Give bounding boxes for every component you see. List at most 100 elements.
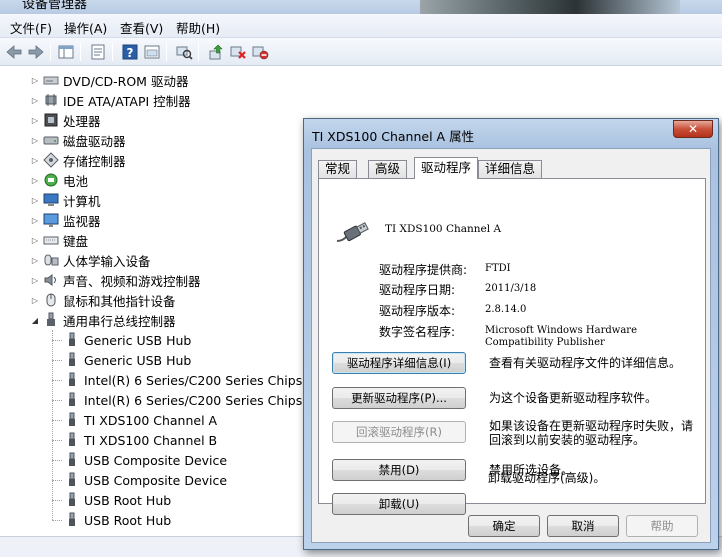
tree-category-label: 电池 (63, 173, 89, 189)
usb-device-label: USB Composite Device (84, 472, 228, 488)
usb-device-label: TI XDS100 Channel A (84, 412, 218, 428)
svg-text:?: ? (127, 46, 134, 60)
tab-advanced[interactable]: 高级 (368, 160, 408, 178)
collapse-icon[interactable]: ◢ (30, 316, 40, 325)
usb-plug-icon (64, 332, 80, 348)
tree-category-computer[interactable]: ▷ 计算机 (30, 190, 101, 210)
disable-icon[interactable] (250, 42, 270, 62)
disable-button[interactable]: 禁用(D) (332, 459, 466, 481)
tab-details[interactable]: 详细信息 (478, 160, 543, 178)
expand-icon[interactable]: ▷ (30, 116, 40, 125)
usb-device-row[interactable]: TI XDS100 Channel B (64, 430, 217, 450)
rollback-driver-button[interactable]: 回滚驱动程序(R) (332, 421, 466, 443)
tree-category-ide[interactable]: ▷ IDE ATA/ATAPI 控制器 (30, 90, 191, 110)
ok-button[interactable]: 确定 (468, 515, 540, 537)
tree-category-usb[interactable]: ◢ 通用串行总线控制器 (30, 310, 176, 330)
expand-icon[interactable]: ▷ (30, 136, 40, 145)
driver-version-value: 2.8.14.0 (485, 304, 527, 315)
tree-category-label: 键盘 (63, 233, 89, 249)
tree-view-icon[interactable] (56, 42, 76, 62)
menu-file[interactable]: 文件(F) (10, 18, 52, 37)
update-driver-desc: 为这个设备更新驱动程序软件。 (489, 391, 658, 405)
expand-icon[interactable]: ▷ (30, 276, 40, 285)
scan-hardware-icon[interactable] (174, 42, 194, 62)
tree-category-label: 监视器 (63, 213, 101, 229)
update-driver-button[interactable]: 更新驱动程序(P)... (332, 387, 466, 409)
tree-category-hid[interactable]: ▷ 人体学输入设备 (30, 250, 151, 270)
help-icon[interactable]: ? (120, 42, 140, 62)
expand-icon[interactable]: ▷ (30, 76, 40, 85)
usb-plug-icon (64, 392, 80, 408)
usb-device-label: USB Root Hub (84, 512, 172, 528)
tree-category-label: 通用串行总线控制器 (63, 313, 176, 329)
usb-device-row[interactable]: USB Composite Device (64, 470, 227, 490)
storage-controller-icon (43, 152, 59, 168)
properties-icon[interactable] (88, 42, 108, 62)
driver-provider-label: 驱动程序提供商: (379, 263, 468, 277)
tree-category-monitor[interactable]: ▷ 监视器 (30, 210, 101, 230)
expand-icon[interactable]: ▷ (30, 156, 40, 165)
usb-device-row[interactable]: Generic USB Hub (64, 350, 191, 370)
tree-category-mouse[interactable]: ▷ 鼠标和其他指针设备 (30, 290, 176, 310)
console-tree-icon[interactable] (142, 42, 162, 62)
usb-device-row[interactable]: USB Root Hub (64, 490, 171, 510)
tree-category-sound[interactable]: ▷ 声音、视频和游戏控制器 (30, 270, 201, 290)
tree-category-battery[interactable]: ▷ 电池 (30, 170, 88, 190)
usb-device-label: Generic USB Hub (84, 332, 192, 348)
processor-icon (43, 112, 59, 128)
usb-device-row[interactable]: USB Root Hub (64, 510, 171, 530)
usb-plug-icon (64, 492, 80, 508)
expand-icon[interactable]: ▷ (30, 196, 40, 205)
expand-icon[interactable]: ▷ (30, 256, 40, 265)
expand-icon[interactable]: ▷ (30, 96, 40, 105)
window-title: 设备管理器 (22, 0, 88, 12)
tree-category-label: 处理器 (63, 113, 101, 129)
tab-general[interactable]: 常规 (318, 160, 358, 178)
usb-device-row[interactable]: Intel(R) 6 Series/C200 Series Chipset F (64, 370, 326, 390)
ide-controller-icon (43, 92, 59, 108)
tree-category-processor[interactable]: ▷ 处理器 (30, 110, 101, 130)
usb-device-row[interactable]: USB Composite Device (64, 450, 227, 470)
dialog-frame: TI XDS100 Channel A 属性 ✕ 常规 高级 驱动程序 详细信息 (304, 119, 718, 549)
usb-plug-icon (64, 352, 80, 368)
tree-category-label: 鼠标和其他指针设备 (63, 293, 176, 309)
tree-category-dvd[interactable]: ▷ DVD/CD-ROM 驱动器 (30, 70, 189, 90)
menu-help[interactable]: 帮助(H) (176, 18, 220, 37)
desktop-background-strip (420, 0, 680, 14)
driver-tab-panel: TI XDS100 Channel A 驱动程序提供商: FTDI 驱动程序日期… (318, 178, 706, 515)
driver-date-value: 2011/3/18 (485, 283, 537, 294)
menu-action[interactable]: 操作(A) (64, 18, 107, 37)
expand-icon[interactable]: ▷ (30, 236, 40, 245)
help-button[interactable]: 帮助 (626, 515, 698, 537)
usb-device-row[interactable]: TI XDS100 Channel A (64, 410, 217, 430)
usb-device-label: Intel(R) 6 Series/C200 Series Chipset F (84, 392, 326, 408)
driver-version-label: 驱动程序版本: (379, 304, 456, 318)
battery-icon (43, 172, 59, 188)
cancel-button[interactable]: 取消 (547, 515, 619, 537)
driver-details-button[interactable]: 驱动程序详细信息(I) (332, 352, 466, 374)
usb-device-row[interactable]: Intel(R) 6 Series/C200 Series Chipset F (64, 390, 326, 410)
usb-plug-icon (64, 412, 80, 428)
expand-icon[interactable]: ▷ (30, 176, 40, 185)
tree-category-disk[interactable]: ▷ 磁盘驱动器 (30, 130, 126, 150)
hid-icon (43, 252, 59, 268)
expand-icon[interactable]: ▷ (30, 216, 40, 225)
usb-plug-icon (64, 432, 80, 448)
disk-drive-icon (43, 132, 59, 148)
usb-device-row[interactable]: Generic USB Hub (64, 330, 191, 350)
tree-category-keyboard[interactable]: ▷ 键盘 (30, 230, 88, 250)
forward-icon[interactable] (26, 42, 46, 62)
tab-driver[interactable]: 驱动程序 (414, 157, 479, 179)
tree-category-label: DVD/CD-ROM 驱动器 (63, 73, 189, 89)
mouse-icon (43, 292, 59, 308)
expand-icon[interactable]: ▷ (30, 296, 40, 305)
menu-view[interactable]: 查看(V) (120, 18, 163, 37)
update-driver-icon[interactable] (206, 42, 226, 62)
sound-icon (43, 272, 59, 288)
uninstall-icon[interactable] (228, 42, 248, 62)
uninstall-button[interactable]: 卸载(U) (332, 493, 466, 515)
tree-category-storage[interactable]: ▷ 存储控制器 (30, 150, 126, 170)
usb-plug-icon (64, 452, 80, 468)
back-icon[interactable] (4, 42, 24, 62)
close-button[interactable]: ✕ (673, 120, 713, 138)
